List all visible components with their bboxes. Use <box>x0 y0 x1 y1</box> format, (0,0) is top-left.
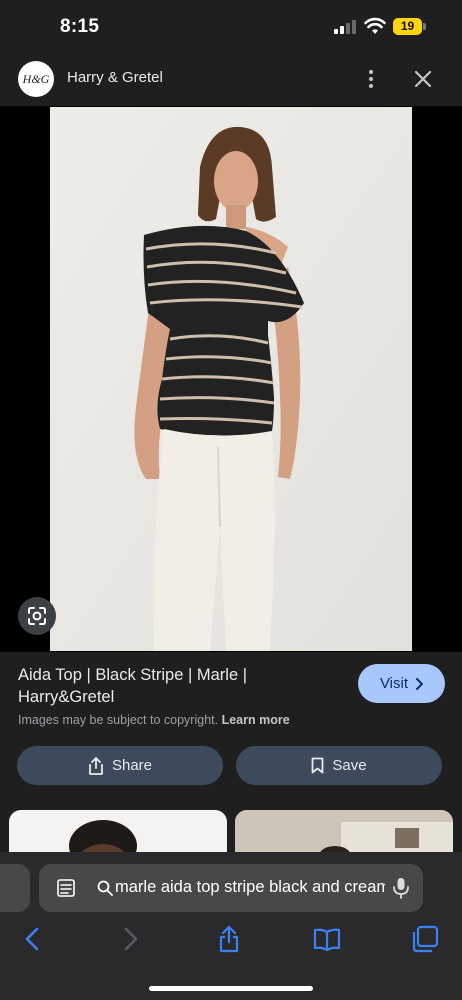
address-text[interactable]: marle aida top stripe black and cream <box>115 878 385 897</box>
battery-level: 19 <box>400 19 415 33</box>
bookmarks-icon[interactable] <box>312 924 342 954</box>
share-button[interactable]: Share <box>17 746 223 785</box>
cellular-signal-icon <box>334 20 356 34</box>
more-vert-icon[interactable] <box>360 65 382 93</box>
previous-tab-preview[interactable] <box>0 864 30 912</box>
browser-toolbar: marle aida top stripe black and cream <box>0 852 462 1000</box>
image-preview <box>0 106 462 652</box>
share-label: Share <box>111 757 153 774</box>
save-button[interactable]: Save <box>236 746 442 785</box>
product-photo[interactable] <box>50 107 412 651</box>
microphone-icon[interactable] <box>391 877 411 899</box>
share-icon <box>89 756 103 775</box>
status-bar: 8:15 19 <box>0 0 462 52</box>
battery-icon: 19 <box>393 18 426 35</box>
home-indicator <box>149 986 313 991</box>
google-lens-icon[interactable] <box>18 597 56 635</box>
bookmark-icon <box>311 757 324 774</box>
copyright-notice: Images may be subject to copyright. Lear… <box>18 713 290 727</box>
search-icon <box>97 880 113 896</box>
close-icon[interactable] <box>410 66 436 92</box>
model-illustration <box>50 107 412 651</box>
visit-label: Visit <box>379 675 409 692</box>
status-time: 8:15 <box>60 16 100 37</box>
copyright-text: Images may be subject to copyright. <box>18 713 219 727</box>
page-menu-icon[interactable] <box>56 878 76 898</box>
address-bar[interactable]: marle aida top stripe black and cream <box>39 864 423 912</box>
back-icon[interactable] <box>17 924 47 954</box>
save-label: Save <box>332 757 367 774</box>
share-icon[interactable] <box>214 924 244 954</box>
result-header: H&G Harry & Gretel <box>0 52 462 106</box>
learn-more-link[interactable]: Learn more <box>222 713 290 727</box>
result-info: Aida Top | Black Stripe | Marle | Harry&… <box>0 652 462 806</box>
tabs-icon[interactable] <box>410 924 440 954</box>
site-logo: H&G <box>18 61 54 97</box>
site-name[interactable]: Harry & Gretel <box>67 69 163 86</box>
chevron-right-icon <box>416 677 424 690</box>
visit-button[interactable]: Visit <box>358 664 445 703</box>
result-title[interactable]: Aida Top | Black Stripe | Marle | Harry&… <box>18 664 338 708</box>
wifi-icon <box>364 17 386 34</box>
forward-icon[interactable] <box>116 924 146 954</box>
